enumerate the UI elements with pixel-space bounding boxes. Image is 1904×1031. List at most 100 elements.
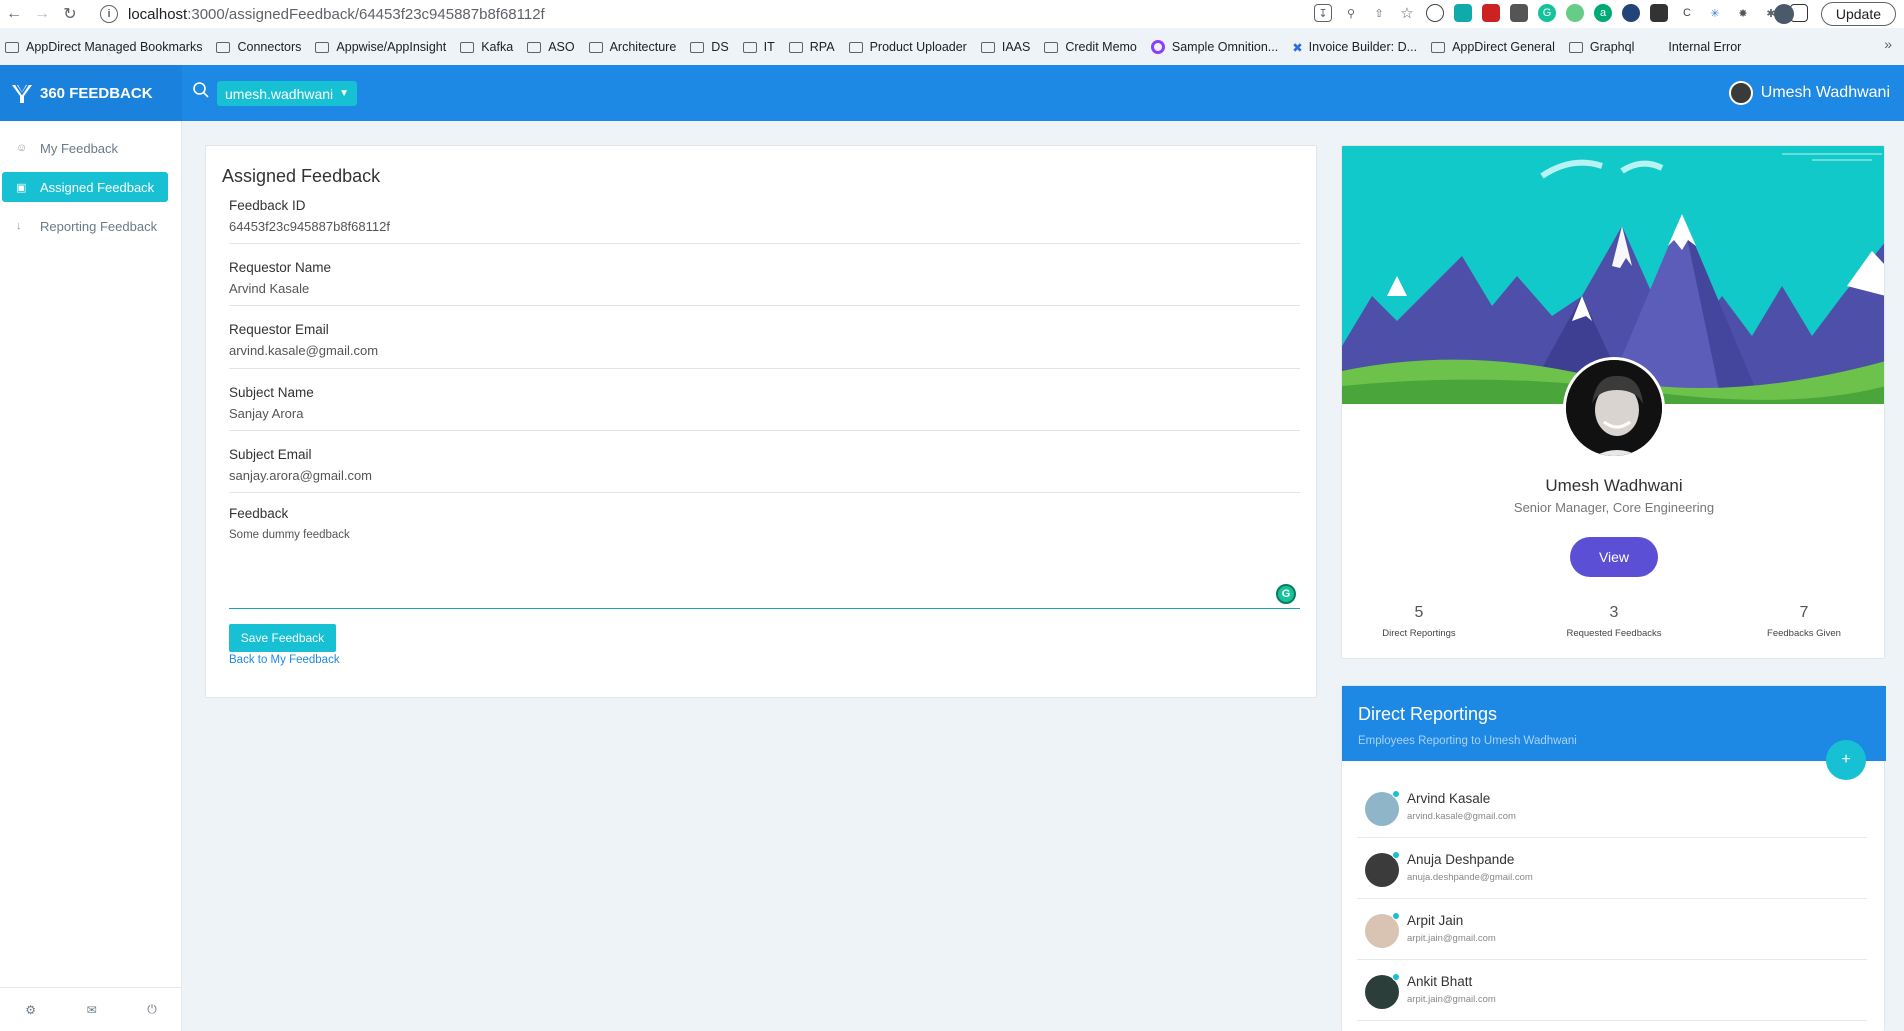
assigned-feedback-card: Assigned Feedback Feedback ID 64453f23c9… [205, 145, 1317, 698]
gear-icon[interactable]: ⚙ [25, 1003, 36, 1017]
forward-arrow-icon[interactable]: → [28, 0, 56, 28]
reporting-email: arvind.kasale@gmail.com [1407, 811, 1516, 822]
extension-h-icon[interactable] [1650, 4, 1668, 22]
star-icon[interactable]: ☆ [1398, 4, 1416, 22]
feedback-text: Some dummy feedback [229, 529, 350, 541]
section-subtitle: Employees Reporting to Umesh Wadhwani [1358, 735, 1577, 747]
site-info-icon[interactable]: i [100, 5, 118, 23]
bookmark-item[interactable]: AppDirect Managed Bookmarks [5, 40, 202, 54]
address-bar[interactable]: i localhost:3000/assignedFeedback/64453f… [100, 2, 545, 26]
bookmark-item[interactable]: Internal Error [1668, 40, 1741, 54]
grammarly-icon[interactable]: G [1276, 584, 1296, 604]
sidebar: ☺ My Feedback ▣ Assigned Feedback ↓ Repo… [0, 121, 182, 1031]
grammarly-ext-icon[interactable]: G [1538, 4, 1556, 22]
field-label: Requestor Email [229, 322, 329, 337]
subject-email-field: Subject Email sanjay.arora@gmail.com [229, 447, 1300, 493]
list-item[interactable]: Ankit Bhatt arpit.jain@gmail.com [1357, 960, 1867, 1021]
arrow-down-icon: ↓ [16, 220, 22, 232]
list-item[interactable]: Anuja Deshpande anuja.deshpande@gmail.co… [1357, 838, 1867, 899]
bookmark-item[interactable]: ✖ Invoice Builder: D... [1292, 40, 1417, 55]
bookmark-item[interactable]: Architecture [588, 40, 676, 54]
back-to-my-feedback-link[interactable]: Back to My Feedback [229, 654, 340, 666]
header-user-menu[interactable]: Umesh Wadhwani [1728, 81, 1890, 105]
folder-icon [848, 41, 863, 53]
sidebar-item-label: My Feedback [40, 140, 119, 156]
folder-icon [460, 41, 475, 53]
bookmark-item[interactable]: Credit Memo [1044, 40, 1137, 54]
sidebar-item-assigned-feedback[interactable]: ▣ Assigned Feedback [2, 172, 168, 202]
sidebar-item-my-feedback[interactable]: ☺ My Feedback [2, 133, 168, 163]
browser-profile-avatar[interactable] [1774, 4, 1794, 24]
stat-label: Requested Feedbacks [1566, 628, 1662, 639]
bookmark-item[interactable]: Connectors [216, 40, 301, 54]
extension-e-icon[interactable] [1566, 4, 1584, 22]
zoom-icon[interactable]: ⚲ [1342, 4, 1360, 22]
extension-j-icon[interactable]: ✳ [1706, 4, 1724, 22]
folder-icon [1568, 41, 1583, 53]
extension-c-icon[interactable] [1482, 4, 1500, 22]
folder-icon [980, 41, 995, 53]
folder-icon [788, 41, 803, 53]
header-user-name: Umesh Wadhwani [1760, 84, 1890, 101]
direct-reportings-card: Direct Reportings Employees Reporting to… [1341, 685, 1886, 1031]
extension-k-icon[interactable]: ✸ [1734, 4, 1752, 22]
list-item[interactable]: Arpit Jain arpit.jain@gmail.com [1357, 899, 1867, 960]
direct-reportings-header: Direct Reportings Employees Reporting to… [1342, 686, 1886, 761]
install-icon[interactable]: ↧ [1314, 4, 1332, 22]
folder-icon [1044, 41, 1059, 53]
bookmark-item[interactable]: IT [742, 40, 775, 54]
stat-value: 7 [1799, 604, 1809, 621]
power-icon[interactable]: ⏻ [147, 1002, 157, 1017]
bookmark-item[interactable]: Kafka [460, 40, 513, 54]
extension-i-icon[interactable]: C [1678, 4, 1696, 22]
add-reporting-button[interactable]: + [1826, 740, 1866, 780]
bookmark-item[interactable]: IAAS [980, 40, 1030, 54]
mail-icon[interactable]: ✉ [87, 1003, 97, 1017]
field-value: 64453f23c945887b8f68112f [229, 219, 390, 234]
status-dot [1392, 973, 1400, 981]
bookmark-item[interactable]: Sample Omnition... [1150, 40, 1278, 54]
folder-icon [1431, 41, 1446, 53]
share-icon[interactable]: ⇧ [1370, 4, 1388, 22]
back-arrow-icon[interactable]: ← [0, 0, 28, 28]
bookmark-item[interactable]: DS [690, 40, 729, 54]
field-label: Feedback [229, 506, 289, 521]
brand[interactable]: 360 FEEDBACK [0, 65, 182, 121]
bookmark-item[interactable]: Product Uploader [848, 40, 967, 54]
sidebar-item-reporting-feedback[interactable]: ↓ Reporting Feedback [2, 211, 168, 241]
feedback-id-field: Feedback ID 64453f23c945887b8f68112f [229, 198, 1300, 244]
requestor-name-field: Requestor Name Arvind Kasale [229, 260, 1300, 306]
page-title: Assigned Feedback [222, 166, 381, 186]
bookmark-item[interactable]: RPA [788, 40, 835, 54]
omnition-icon [1150, 40, 1165, 54]
bookmark-item[interactable]: ASO [527, 40, 575, 54]
search-icon[interactable] [192, 81, 210, 99]
folder-icon [315, 41, 330, 53]
extension-a-icon[interactable] [1426, 4, 1444, 22]
sidebar-item-label: Assigned Feedback [40, 179, 155, 195]
extension-g-icon[interactable] [1622, 4, 1640, 22]
extension-d-icon[interactable] [1510, 4, 1528, 22]
chevron-down-icon: ▼ [339, 88, 350, 99]
feedback-textarea[interactable]: Feedback Some dummy feedback G [229, 506, 1300, 609]
view-profile-button[interactable]: View [1570, 537, 1658, 577]
bookmarks-more-button[interactable]: » [1884, 36, 1892, 52]
list-item[interactable]: Arvind Kasale arvind.kasale@gmail.com [1357, 777, 1867, 838]
profile-name: Umesh Wadhwani [1545, 476, 1683, 495]
profile-role: Senior Manager, Core Engineering [1513, 500, 1715, 515]
extension-b-icon[interactable] [1454, 4, 1472, 22]
bookmark-item[interactable]: Graphql [1568, 40, 1634, 54]
bookmark-item[interactable]: Appwise/AppInsight [315, 40, 446, 54]
bookmark-item[interactable]: AppDirect General [1431, 40, 1555, 54]
status-dot [1392, 851, 1400, 859]
user-select-dropdown[interactable]: umesh.wadhwani ▼ [217, 81, 358, 106]
status-dot [1392, 790, 1400, 798]
reload-icon[interactable]: ↻ [56, 0, 84, 28]
brand-title: 360 FEEDBACK [40, 84, 153, 102]
save-feedback-button[interactable]: Save Feedback [229, 624, 336, 652]
extension-icons: ↧ ⚲ ⇧ ☆ G a C ✳ ✸ ✱ [1314, 4, 1808, 22]
extension-f-icon[interactable]: a [1594, 4, 1612, 22]
stat-value: 5 [1414, 604, 1424, 621]
update-button[interactable]: Update [1820, 2, 1896, 26]
clipboard-icon: ▣ [16, 181, 27, 194]
